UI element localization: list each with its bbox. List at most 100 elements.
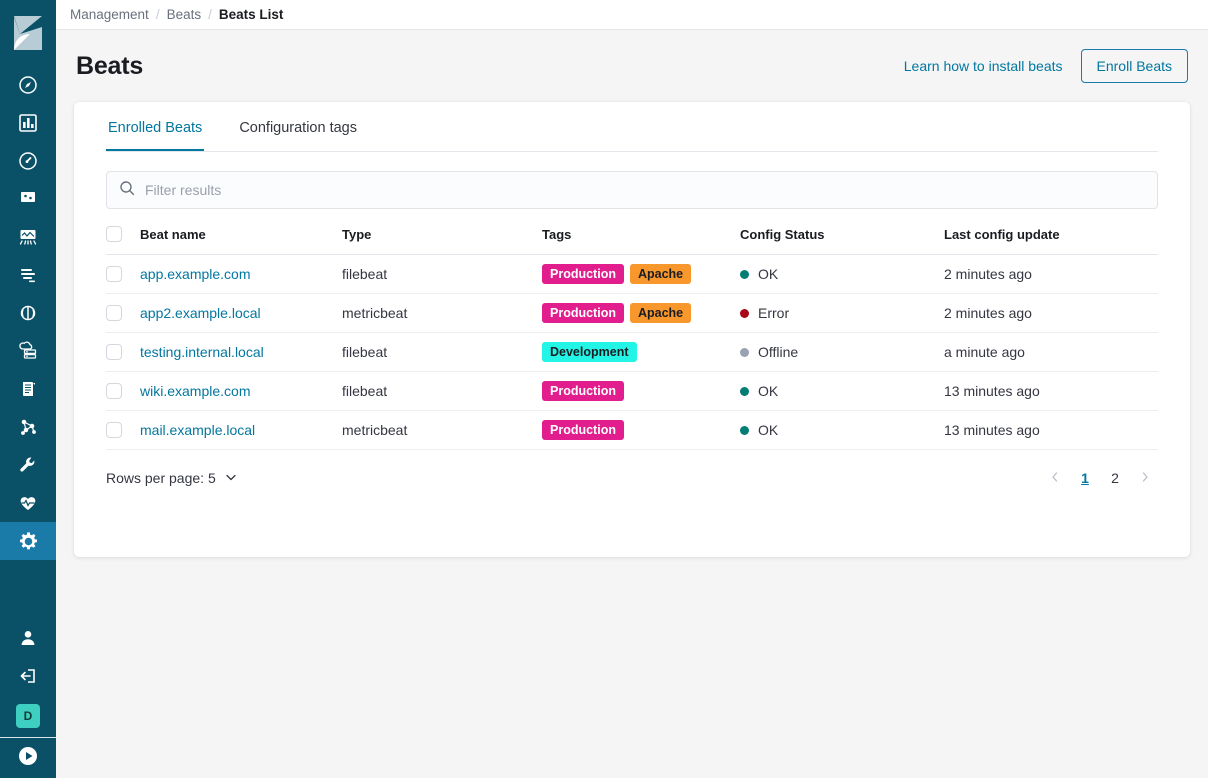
dashboard-icon	[18, 151, 38, 171]
beat-type-cell: metricbeat	[342, 411, 542, 450]
column-header-config-status[interactable]: Config Status	[740, 226, 944, 255]
row-checkbox[interactable]	[106, 305, 122, 321]
row-select-cell	[106, 411, 140, 450]
tag-badge[interactable]: Production	[542, 264, 624, 284]
column-header-tags[interactable]: Tags	[542, 226, 740, 255]
chevron-left-icon	[1049, 470, 1061, 486]
status-dot-icon	[740, 348, 749, 357]
breadcrumb-item-management[interactable]: Management	[70, 7, 149, 22]
beats-list-page: D Management / Beats / Beats List Beats	[0, 0, 1208, 778]
status-badge: Offline	[740, 344, 944, 360]
last-config-update-cell: 2 minutes ago	[944, 255, 1158, 294]
pagination-next-button[interactable]	[1132, 465, 1158, 491]
tab-configuration-tags[interactable]: Configuration tags	[237, 120, 359, 151]
pagination-prev-button[interactable]	[1042, 465, 1068, 491]
breadcrumb-item-beats[interactable]: Beats	[167, 7, 202, 22]
filter-search-box[interactable]	[106, 171, 1158, 209]
pagination-page-2[interactable]: 2	[1102, 465, 1128, 491]
sidebar-item-management[interactable]	[0, 522, 56, 560]
beat-tags-cell: Production Apache	[542, 294, 740, 333]
sidebar-item-canvas[interactable]	[0, 180, 56, 218]
column-header-type[interactable]: Type	[342, 226, 542, 255]
infrastructure-icon	[18, 341, 38, 361]
status-dot-icon	[740, 270, 749, 279]
search-input[interactable]	[145, 182, 1145, 198]
beat-type-cell: filebeat	[342, 372, 542, 411]
apm-icon	[18, 303, 38, 323]
beat-type-cell: filebeat	[342, 255, 542, 294]
avatar[interactable]: D	[0, 695, 56, 737]
tag-badge[interactable]: Development	[542, 342, 637, 362]
sidebar-item-infrastructure[interactable]	[0, 332, 56, 370]
beat-name-link[interactable]: app2.example.local	[140, 305, 261, 321]
sidebar-item-siem[interactable]	[0, 370, 56, 408]
last-config-update-cell: a minute ago	[944, 333, 1158, 372]
row-checkbox[interactable]	[106, 383, 122, 399]
row-select-cell	[106, 372, 140, 411]
sidebar-item-maps[interactable]	[0, 218, 56, 256]
beat-name-link[interactable]: mail.example.local	[140, 422, 255, 438]
sidebar-item-dashboard[interactable]	[0, 142, 56, 180]
column-header-last-config-update[interactable]: Last config update	[944, 226, 1158, 255]
config-status-cell: OK	[740, 372, 944, 411]
tag-badge[interactable]: Production	[542, 420, 624, 440]
user-icon	[18, 628, 38, 648]
status-label: Offline	[758, 344, 798, 360]
select-all-checkbox[interactable]	[106, 226, 122, 242]
beat-name-link[interactable]: app.example.com	[140, 266, 251, 282]
table-header-row: Beat name Type Tags Config Status Last c…	[106, 226, 1158, 255]
logout-icon	[18, 666, 38, 686]
row-checkbox[interactable]	[106, 422, 122, 438]
chevron-down-icon	[224, 470, 238, 487]
status-dot-icon	[740, 309, 749, 318]
sidebar-item-dev-tools[interactable]	[0, 446, 56, 484]
column-header-beat-name[interactable]: Beat name	[140, 226, 342, 255]
pagination: 1 2	[1042, 465, 1158, 491]
enroll-beats-button[interactable]: Enroll Beats	[1081, 49, 1188, 83]
sidebar-item-graph[interactable]	[0, 408, 56, 446]
primary-sidebar: D	[0, 0, 56, 778]
tag-badge[interactable]: Apache	[630, 303, 691, 323]
panel-tabs: Enrolled Beats Configuration tags	[106, 102, 1158, 152]
sidebar-collapse-button[interactable]	[0, 738, 56, 778]
page-header: Beats Learn how to install beats Enroll …	[74, 30, 1190, 102]
table-row: app2.example.local metricbeatProduction Ap…	[106, 294, 1158, 333]
tag-badge[interactable]: Production	[542, 381, 624, 401]
learn-install-beats-link[interactable]: Learn how to install beats	[904, 58, 1063, 74]
beat-name-cell: app2.example.local	[140, 294, 342, 333]
beat-name-link[interactable]: wiki.example.com	[140, 383, 250, 399]
tab-enrolled-beats[interactable]: Enrolled Beats	[106, 120, 204, 151]
beat-tags-cell: Production	[542, 372, 740, 411]
kibana-logo[interactable]	[0, 0, 56, 66]
beats-table: Beat name Type Tags Config Status Last c…	[106, 226, 1158, 450]
tag-badge[interactable]: Production	[542, 303, 624, 323]
rows-per-page-label: Rows per page: 5	[106, 470, 216, 486]
beat-tags-cell: Production Apache	[542, 255, 740, 294]
config-status-cell: Offline	[740, 333, 944, 372]
sidebar-item-logout[interactable]	[0, 657, 56, 695]
status-dot-icon	[740, 387, 749, 396]
config-status-cell: Error	[740, 294, 944, 333]
rows-per-page-selector[interactable]: Rows per page: 5	[106, 470, 238, 487]
beat-type-cell: metricbeat	[342, 294, 542, 333]
header-actions: Learn how to install beats Enroll Beats	[904, 49, 1188, 83]
beat-type-cell: filebeat	[342, 333, 542, 372]
sidebar-item-uptime[interactable]	[0, 484, 56, 522]
sidebar-item-logs[interactable]	[0, 256, 56, 294]
status-label: OK	[758, 266, 778, 282]
tag-badge[interactable]: Apache	[630, 264, 691, 284]
row-checkbox[interactable]	[106, 266, 122, 282]
sidebar-item-discover[interactable]	[0, 66, 56, 104]
collapse-play-icon	[17, 745, 39, 772]
sidebar-item-visualize[interactable]	[0, 104, 56, 142]
page-title: Beats	[76, 52, 143, 81]
row-select-cell	[106, 294, 140, 333]
row-checkbox[interactable]	[106, 344, 122, 360]
uptime-icon	[18, 493, 38, 513]
beat-name-link[interactable]: testing.internal.local	[140, 344, 264, 360]
sidebar-item-user[interactable]	[0, 619, 56, 657]
sidebar-item-apm[interactable]	[0, 294, 56, 332]
discover-icon	[18, 75, 38, 95]
pagination-page-1[interactable]: 1	[1072, 465, 1098, 491]
siem-icon	[18, 379, 38, 399]
